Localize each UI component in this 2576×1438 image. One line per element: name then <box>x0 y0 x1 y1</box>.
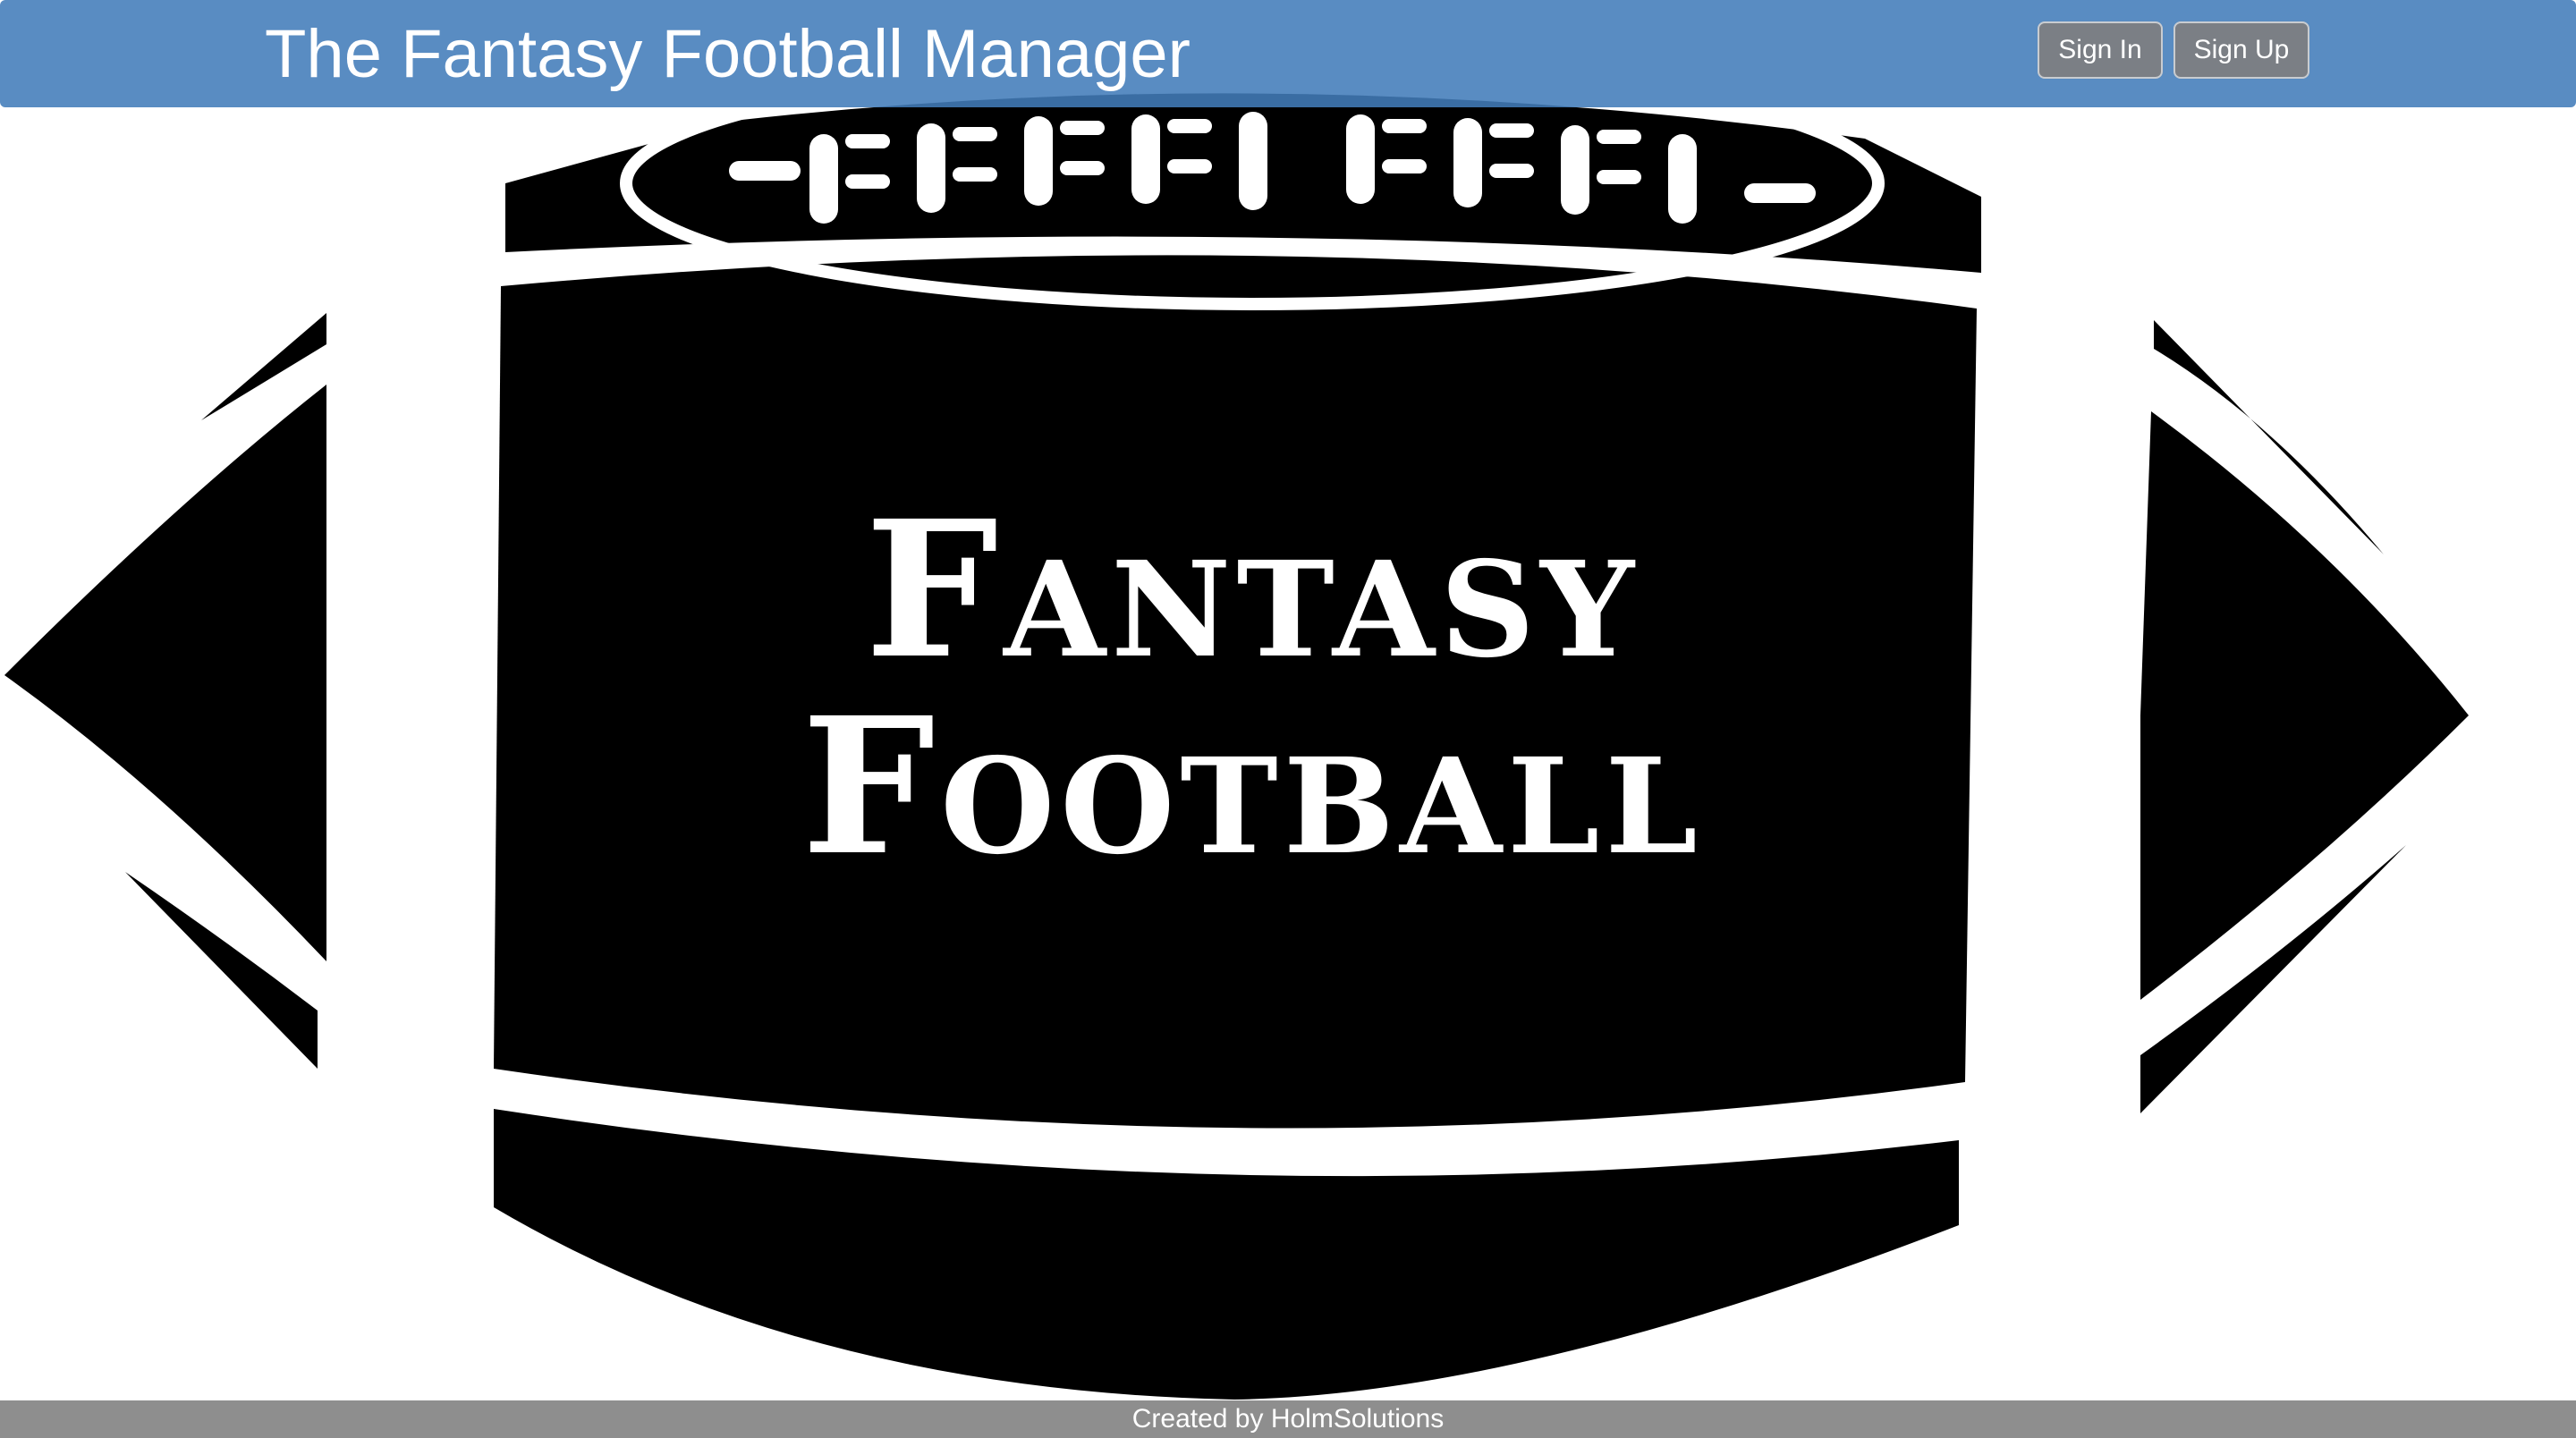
page-footer: Created by HolmSolutions <box>0 1400 2576 1438</box>
top-navbar: The Fantasy Football Manager Sign In Sig… <box>0 0 2576 107</box>
hero-banner: Fantasy Football <box>0 0 2576 1438</box>
sign-up-button[interactable]: Sign Up <box>2174 21 2309 79</box>
auth-actions: Sign In Sign Up <box>2038 21 2309 79</box>
sign-in-button[interactable]: Sign In <box>2038 21 2163 79</box>
hero-title: Fantasy Football <box>751 492 1753 885</box>
landing-page: Fantasy Football The Fantasy Football Ma… <box>0 0 2576 1438</box>
hero-title-line2: Football <box>801 676 1703 897</box>
hero-title-line1: Fantasy <box>864 479 1640 700</box>
site-brand[interactable]: The Fantasy Football Manager <box>265 14 1191 95</box>
footer-credit: Created by HolmSolutions <box>1131 1404 1445 1434</box>
